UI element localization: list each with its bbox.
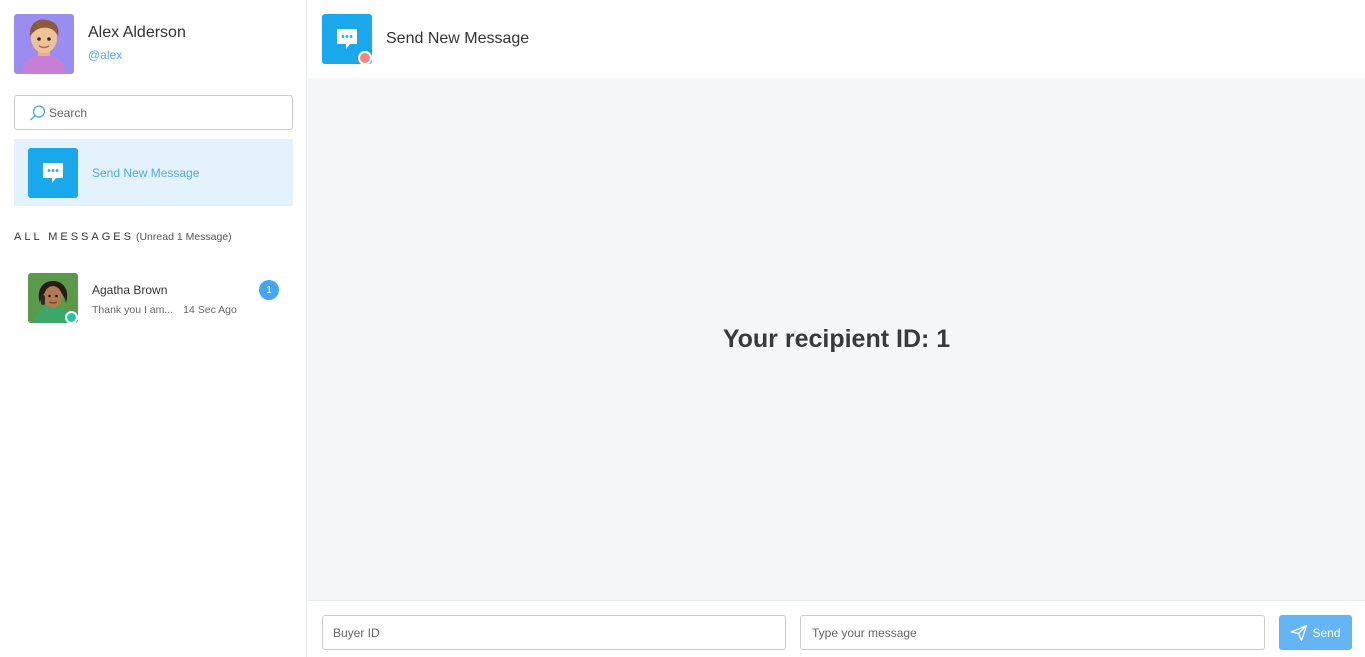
- paper-plane-icon: [1291, 624, 1308, 641]
- unread-badge: 1: [259, 280, 279, 300]
- online-status-indicator: [65, 311, 78, 324]
- user-avatar-icon: [14, 14, 74, 74]
- chat-bubble-icon: [322, 14, 372, 65]
- send-new-message-label: Send New Message: [92, 165, 200, 180]
- avatar[interactable]: [14, 14, 74, 74]
- all-messages-heading: ALL MESSAGES (Unread 1 Message): [14, 231, 232, 243]
- user-name: Alex Alderson: [88, 24, 186, 41]
- search-box: [14, 95, 293, 130]
- sidebar: Alex Alderson @alex Send New Message ALL…: [0, 0, 307, 657]
- message-composer: Send: [308, 600, 1365, 657]
- page-title: Send New Message: [386, 30, 530, 47]
- user-profile: Alex Alderson @alex: [14, 14, 186, 74]
- status-indicator: [358, 51, 372, 65]
- message-preview: Thank you I am...: [92, 304, 174, 316]
- unread-count-text: (Unread 1 Message): [135, 231, 232, 243]
- send-button[interactable]: Send: [1279, 615, 1352, 650]
- all-messages-title: ALL MESSAGES: [14, 231, 134, 243]
- main-panel: Send New Message Your recipient ID: 1 Se…: [308, 0, 1365, 657]
- list-item[interactable]: Agatha Brown Thank you I am... 14 Sec Ag…: [28, 273, 279, 324]
- send-button-label: Send: [1312, 625, 1341, 640]
- message-input[interactable]: [800, 615, 1265, 650]
- search-input[interactable]: [49, 105, 279, 120]
- buyer-id-input[interactable]: [322, 615, 786, 650]
- conversation-area: Your recipient ID: 1: [308, 78, 1365, 600]
- message-time: 14 Sec Ago: [183, 304, 237, 316]
- user-handle[interactable]: @alex: [88, 48, 186, 62]
- search-icon: [30, 104, 46, 120]
- contact-name: Agatha Brown: [92, 283, 168, 297]
- chat-bubble-icon: [28, 147, 78, 198]
- recipient-id-text: Your recipient ID: 1: [722, 324, 951, 353]
- conversation-header: Send New Message: [308, 0, 1365, 78]
- send-new-message-item[interactable]: Send New Message: [14, 139, 293, 206]
